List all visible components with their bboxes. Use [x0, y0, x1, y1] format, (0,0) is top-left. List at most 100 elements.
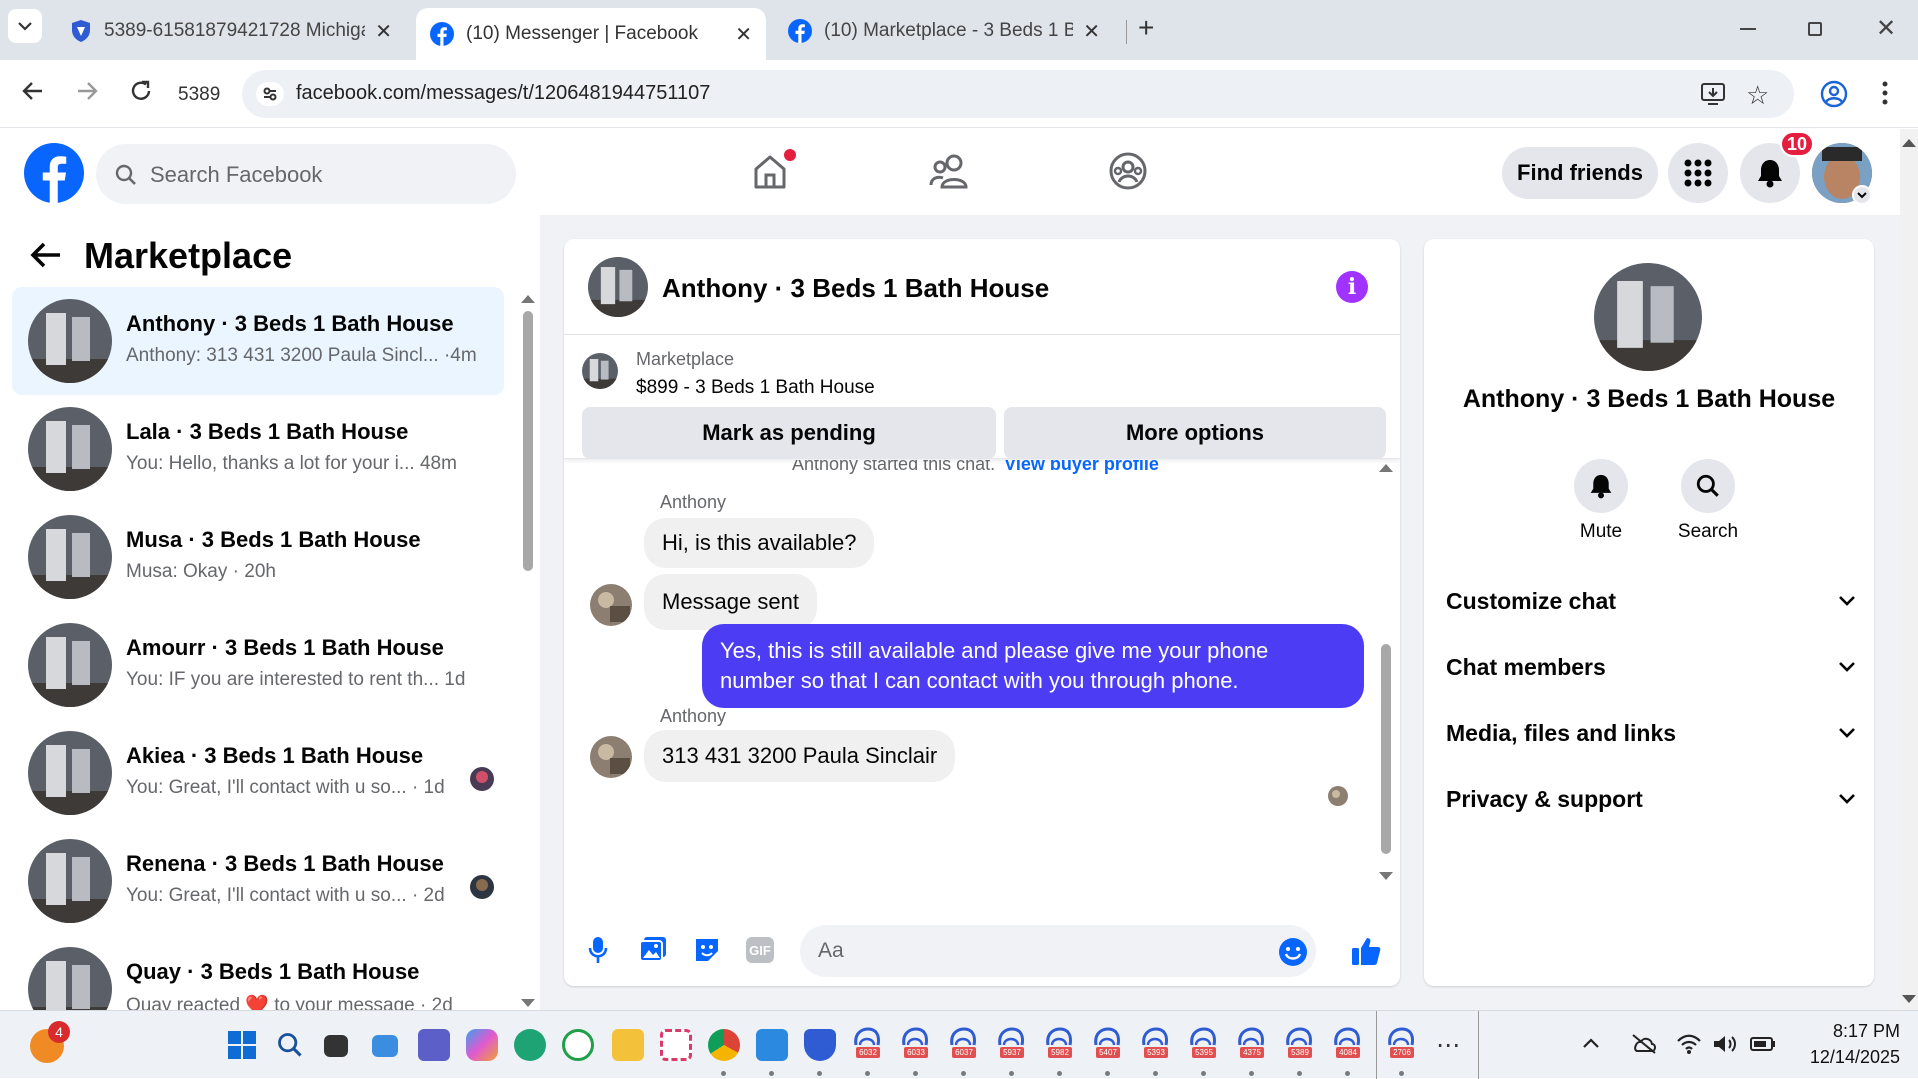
restore-icon[interactable] — [1808, 22, 1822, 36]
microphone-icon[interactable] — [588, 935, 608, 965]
tab-marketplace[interactable]: (10) Marketplace - 3 Beds 1 Bat ✕ — [774, 8, 1114, 54]
edge-icon[interactable] — [514, 1029, 546, 1061]
minimize-icon[interactable] — [1740, 28, 1756, 30]
teams-icon[interactable] — [418, 1029, 450, 1061]
profile-label[interactable]: 5389 — [178, 84, 220, 106]
profile-app-icon[interactable]: 6037 — [948, 1027, 980, 1063]
more-options-button[interactable]: More options — [1004, 407, 1386, 459]
profile-app-icon[interactable]: 5393 — [1140, 1027, 1172, 1063]
overflow-icon[interactable]: ⋯ — [1436, 1031, 1460, 1060]
widgets-icon[interactable] — [372, 1035, 398, 1057]
like-icon[interactable] — [1350, 935, 1382, 967]
profile-app-icon[interactable]: 5982 — [1044, 1027, 1076, 1063]
chat-title[interactable]: Anthony · 3 Beds 1 Bath House — [662, 273, 1049, 304]
back-arrow-icon[interactable] — [30, 241, 62, 269]
file-explorer-icon[interactable] — [612, 1029, 644, 1061]
mark-as-pending-button[interactable]: Mark as pending — [582, 407, 996, 459]
clock-time[interactable]: 8:17 PM — [1800, 1021, 1900, 1042]
profile-app-icon[interactable]: 2706 — [1386, 1027, 1418, 1063]
snipping-tool-icon[interactable] — [660, 1029, 692, 1061]
profile-app-icon[interactable]: 5389 — [1284, 1027, 1316, 1063]
nav-friends[interactable] — [928, 151, 970, 191]
close-icon[interactable]: ✕ — [735, 22, 752, 47]
nav-groups[interactable] — [1108, 151, 1148, 191]
wifi-icon[interactable] — [1676, 1033, 1702, 1055]
conversation-item[interactable]: Musa · 3 Beds 1 Bath House Musa: Okay · … — [12, 503, 504, 611]
conversation-item[interactable]: Amourr · 3 Beds 1 Bath House You: IF you… — [12, 611, 504, 719]
media-files-links-section[interactable]: Media, files and links — [1446, 713, 1856, 753]
profile-app-icon[interactable]: 5395 — [1188, 1027, 1220, 1063]
page-scrollbar[interactable] — [1900, 129, 1918, 1010]
cloud-offline-icon[interactable] — [1630, 1033, 1658, 1055]
start-icon[interactable] — [228, 1031, 256, 1059]
copilot-icon[interactable] — [466, 1029, 498, 1061]
back-icon[interactable] — [20, 78, 46, 104]
menu-button[interactable] — [1668, 143, 1728, 203]
profile-app-icon[interactable]: 4084 — [1332, 1027, 1364, 1063]
privacy-support-section[interactable]: Privacy & support — [1446, 779, 1856, 819]
shield-browser-icon[interactable] — [804, 1029, 836, 1061]
view-buyer-profile-link[interactable]: View buyer profile — [1004, 460, 1159, 474]
chat-avatar[interactable] — [588, 257, 648, 317]
tab-list-button[interactable] — [8, 9, 42, 43]
task-view-icon[interactable] — [324, 1035, 348, 1057]
volume-icon[interactable] — [1712, 1033, 1738, 1055]
clock-date[interactable]: 12/14/2025 — [1790, 1047, 1900, 1068]
profile-app-icon[interactable]: 5937 — [996, 1027, 1028, 1063]
search-button[interactable]: Search — [1668, 459, 1748, 543]
bookmark-star-icon[interactable]: ☆ — [1746, 80, 1769, 111]
site-info-icon[interactable] — [256, 82, 284, 106]
tray-chevron-icon[interactable] — [1582, 1037, 1600, 1049]
url-text[interactable]: facebook.com/messages/t/1206481944751107 — [296, 82, 710, 105]
address-bar[interactable]: facebook.com/messages/t/1206481944751107… — [242, 70, 1794, 118]
chat-list-scrollbar[interactable] — [520, 295, 536, 1010]
conversation-item[interactable]: Akiea · 3 Beds 1 Bath House You: Great, … — [12, 719, 504, 827]
whatsapp-icon[interactable] — [562, 1029, 594, 1061]
reload-icon[interactable] — [128, 78, 154, 104]
conversation-item[interactable]: Anthony · 3 Beds 1 Bath House Anthony: 3… — [12, 287, 504, 395]
customize-chat-section[interactable]: Customize chat — [1446, 581, 1856, 621]
notepad-icon[interactable] — [756, 1029, 788, 1061]
emoji-icon[interactable] — [1278, 937, 1308, 967]
message-bubble[interactable]: Message sent — [644, 574, 817, 630]
gif-icon[interactable]: GIF — [746, 937, 774, 963]
listing-title[interactable]: $899 - 3 Beds 1 Bath House — [636, 377, 875, 399]
message-input[interactable]: Aa — [800, 925, 1316, 977]
message-scrollbar[interactable] — [1378, 464, 1394, 884]
tab-michigan[interactable]: 5389-61581879421728 Michiga ✕ — [56, 8, 406, 54]
tab-messenger[interactable]: (10) Messenger | Facebook ✕ — [416, 8, 766, 60]
forward-icon[interactable] — [74, 78, 100, 104]
info-avatar[interactable] — [1594, 263, 1702, 371]
sticker-icon[interactable] — [692, 935, 722, 963]
browser-menu-icon[interactable] — [1882, 80, 1888, 106]
install-app-icon[interactable] — [1700, 82, 1726, 106]
mute-button[interactable]: Mute — [1566, 459, 1636, 543]
message-bubble[interactable]: Hi, is this available? — [644, 518, 875, 568]
facebook-logo[interactable] — [24, 143, 84, 203]
window-close-icon[interactable]: ✕ — [1876, 14, 1896, 43]
find-friends-button[interactable]: Find friends — [1502, 147, 1658, 199]
chrome-icon[interactable] — [708, 1029, 740, 1061]
conversation-item[interactable]: Renena · 3 Beds 1 Bath House You: Great,… — [12, 827, 504, 935]
battery-icon[interactable] — [1750, 1037, 1776, 1051]
chat-members-section[interactable]: Chat members — [1446, 647, 1856, 687]
listing-thumbnail[interactable] — [582, 353, 618, 389]
photo-icon[interactable] — [638, 935, 668, 963]
account-chevron-icon[interactable] — [1852, 185, 1872, 205]
profile-app-icon[interactable]: 6032 — [852, 1027, 884, 1063]
account-icon[interactable] — [1820, 80, 1848, 108]
taskbar-search-icon[interactable] — [276, 1031, 304, 1059]
profile-app-icon[interactable]: 5407 — [1092, 1027, 1124, 1063]
close-icon[interactable]: ✕ — [1083, 19, 1100, 44]
message-bubble-own[interactable]: Yes, this is still available and please … — [702, 624, 1364, 708]
profile-app-icon[interactable]: 6033 — [900, 1027, 932, 1063]
message-bubble[interactable]: 313 431 3200 Paula Sinclair — [644, 730, 956, 782]
close-icon[interactable]: ✕ — [375, 19, 392, 44]
new-tab-button[interactable]: + — [1138, 12, 1154, 44]
info-icon[interactable]: i — [1336, 271, 1368, 303]
search-input[interactable]: Search Facebook — [96, 144, 516, 204]
profile-app-icon[interactable]: 4375 — [1236, 1027, 1268, 1063]
notifications-button[interactable]: 10 — [1740, 131, 1814, 203]
conversation-item[interactable]: Lala · 3 Beds 1 Bath House You: Hello, t… — [12, 395, 504, 503]
nav-home[interactable] — [750, 149, 796, 191]
